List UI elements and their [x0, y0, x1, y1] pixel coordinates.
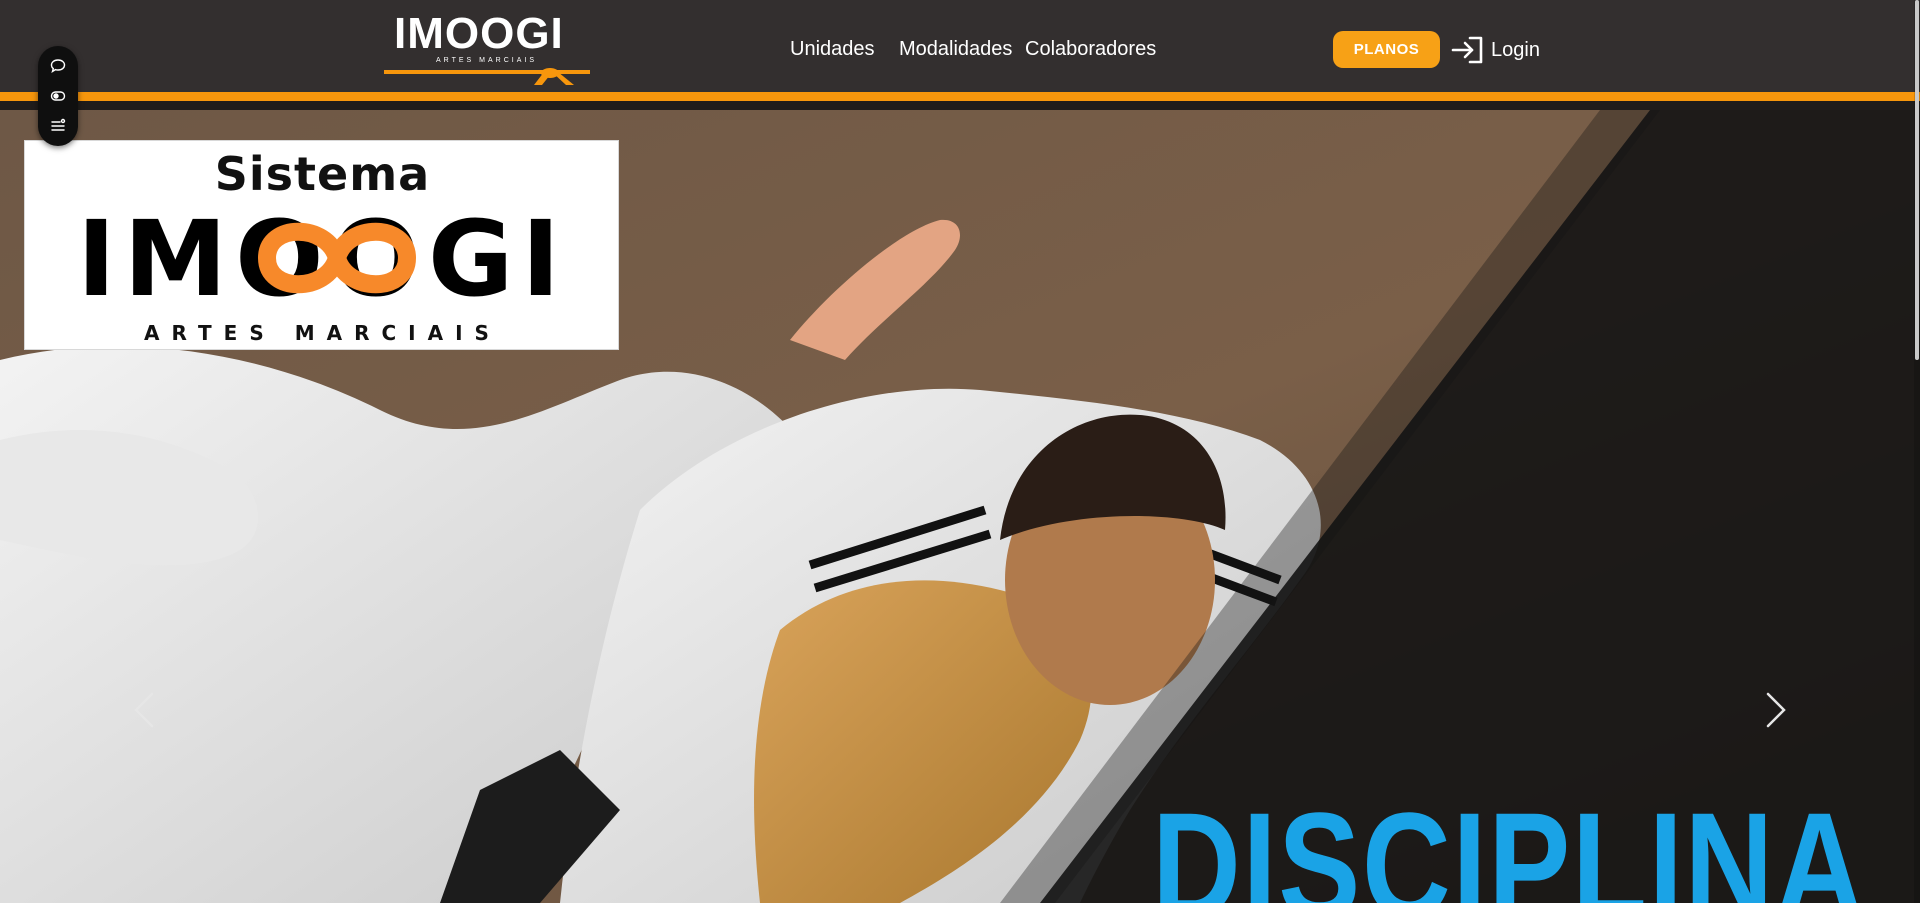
chevron-right-icon[interactable] — [1756, 680, 1796, 740]
nav-unidades[interactable]: Unidades — [790, 36, 875, 62]
chat-icon[interactable] — [48, 56, 68, 76]
site-header: IMOOGI ARTES MARCIAIS Unidades Modalidad… — [0, 0, 1920, 101]
login-label: Login — [1491, 38, 1540, 61]
hero-headline: DISCIPLINA — [1152, 781, 1866, 903]
login-icon — [1451, 35, 1485, 65]
nav-modalidades[interactable]: Modalidades — [899, 36, 1012, 62]
sistema-title: Sistema — [214, 147, 431, 201]
hero-slider: Sistema IMOOGI ARTES MARCIAIS DISCIPLINA — [0, 110, 1920, 903]
login-link[interactable]: Login — [1451, 34, 1540, 66]
sistema-logo-card: Sistema IMOOGI ARTES MARCIAIS — [24, 140, 619, 350]
brand-logo[interactable]: IMOOGI ARTES MARCIAIS — [384, 9, 590, 85]
brand-tagline: ARTES MARCIAIS — [436, 57, 537, 64]
chevron-left-icon[interactable] — [124, 680, 164, 740]
brand-name: IMOOGI — [394, 9, 564, 58]
scrollbar-thumb[interactable] — [1915, 0, 1919, 360]
eye-icon[interactable] — [48, 86, 68, 106]
dragon-swirl-icon — [257, 222, 417, 294]
belt-icon — [384, 68, 590, 85]
page-scrollbar[interactable] — [1914, 0, 1920, 903]
accessibility-toolbar — [38, 46, 78, 146]
planos-button[interactable]: PLANOS — [1333, 31, 1440, 68]
nav-colaboradores[interactable]: Colaboradores — [1025, 36, 1156, 62]
sistema-subtitle: ARTES MARCIAIS — [144, 321, 501, 345]
menu-lines-icon[interactable] — [48, 115, 68, 135]
